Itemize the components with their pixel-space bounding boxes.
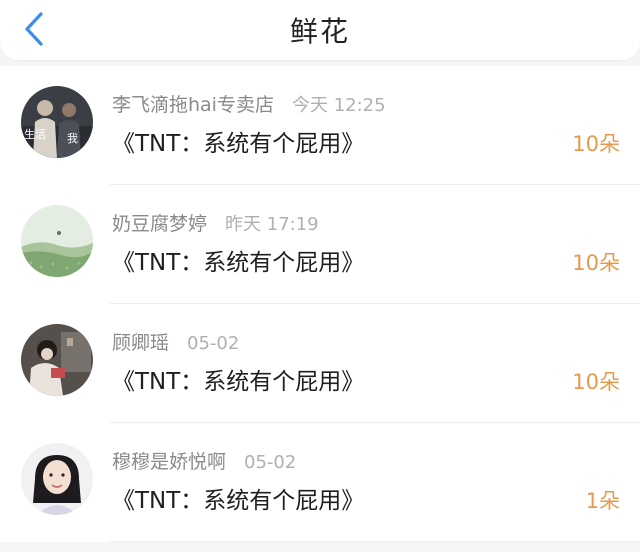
book-title[interactable]: 《TNT：系统有个屁用》 bbox=[112, 481, 364, 515]
avatar-caption-left: 生活 bbox=[24, 127, 46, 141]
send-time: 昨天 17:19 bbox=[225, 214, 319, 235]
item-meta: 奶豆腐梦婷 昨天 17:19 bbox=[112, 209, 319, 236]
top-bar: 鲜花 bbox=[0, 0, 640, 60]
send-time: 05-02 bbox=[187, 333, 240, 354]
list-item[interactable]: 穆穆是娇悦啊 05-02 《TNT：系统有个屁用》 1朵 bbox=[0, 423, 640, 542]
list-item[interactable]: 生活 我 李飞滴拖hai专卖店 今天 12:25 《TNT：系统有个屁用》 10… bbox=[0, 66, 640, 185]
flower-count: 1朵 bbox=[585, 489, 620, 513]
book-title[interactable]: 《TNT：系统有个屁用》 bbox=[112, 243, 364, 277]
avatar[interactable] bbox=[21, 324, 93, 396]
list-item[interactable]: 顾卿瑶 05-02 《TNT：系统有个屁用》 10朵 bbox=[0, 304, 640, 423]
item-meta: 顾卿瑶 05-02 bbox=[112, 328, 239, 355]
item-meta: 穆穆是娇悦啊 05-02 bbox=[112, 447, 296, 474]
avatar[interactable] bbox=[21, 443, 93, 515]
avatar[interactable] bbox=[21, 205, 93, 277]
book-title[interactable]: 《TNT：系统有个屁用》 bbox=[112, 362, 364, 396]
sender-name[interactable]: 顾卿瑶 bbox=[112, 328, 169, 355]
flower-count: 10朵 bbox=[572, 132, 620, 156]
send-time: 05-02 bbox=[244, 452, 297, 473]
list-item[interactable]: 奶豆腐梦婷 昨天 17:19 《TNT：系统有个屁用》 10朵 bbox=[0, 185, 640, 304]
item-meta: 李飞滴拖hai专卖店 今天 12:25 bbox=[112, 90, 386, 117]
send-time: 今天 12:25 bbox=[291, 95, 386, 116]
avatar[interactable]: 生活 我 bbox=[21, 86, 93, 158]
flower-count: 10朵 bbox=[572, 251, 620, 275]
flower-count: 10朵 bbox=[572, 370, 620, 394]
sender-name[interactable]: 奶豆腐梦婷 bbox=[112, 209, 207, 236]
book-title[interactable]: 《TNT：系统有个屁用》 bbox=[112, 124, 364, 158]
avatar-caption-right: 我 bbox=[67, 132, 78, 145]
page-title: 鲜花 bbox=[289, 15, 350, 48]
chevron-left-icon bbox=[25, 12, 43, 46]
flower-list: 生活 我 李飞滴拖hai专卖店 今天 12:25 《TNT：系统有个屁用》 10… bbox=[0, 66, 640, 542]
back-button[interactable] bbox=[20, 12, 48, 46]
sender-name[interactable]: 李飞滴拖hai专卖店 bbox=[112, 90, 274, 117]
sender-name[interactable]: 穆穆是娇悦啊 bbox=[112, 447, 226, 474]
